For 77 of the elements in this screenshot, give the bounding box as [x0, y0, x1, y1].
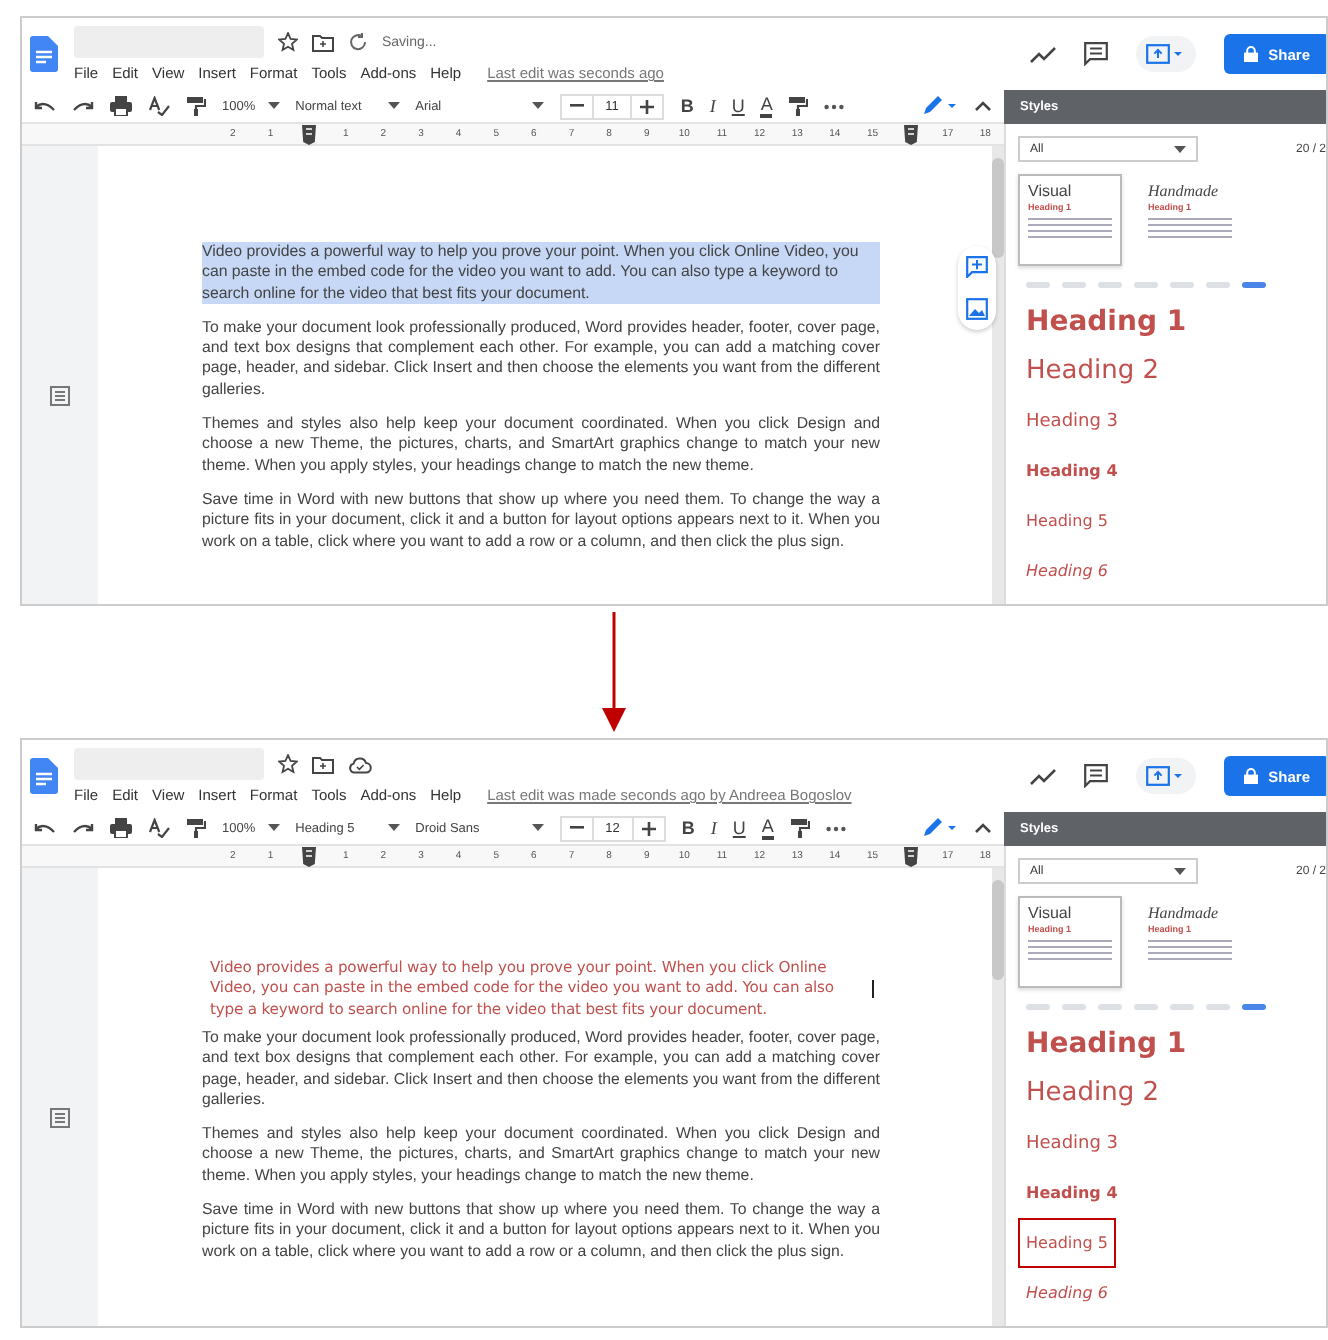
theme-name: Handmade	[1148, 904, 1221, 922]
caret-icon	[1174, 867, 1186, 875]
page-indicator[interactable]	[1242, 282, 1266, 288]
text-color-button[interactable]: A	[760, 94, 773, 118]
cloud-saved-icon	[348, 755, 372, 773]
editing-mode-icon[interactable]	[922, 818, 958, 838]
caret-icon	[531, 102, 544, 110]
caret-icon	[267, 102, 280, 110]
lock-icon	[1244, 46, 1259, 62]
docs-logo-icon[interactable]	[30, 758, 58, 794]
present-icon[interactable]	[1146, 766, 1187, 786]
undo-icon[interactable]	[34, 821, 56, 835]
collapse-icon[interactable]	[974, 100, 992, 112]
spellcheck-icon[interactable]	[148, 96, 170, 116]
italic-button[interactable]: I	[709, 96, 716, 116]
print-icon[interactable]	[110, 818, 132, 838]
caret-icon	[387, 102, 400, 110]
text-color-button[interactable]: A	[761, 816, 774, 840]
heading-style-item[interactable]: Heading 6	[1018, 546, 1116, 596]
caret-icon	[387, 824, 400, 832]
italic-button[interactable]: I	[710, 818, 717, 838]
lock-icon	[1244, 768, 1259, 784]
image-icon[interactable]	[966, 298, 988, 320]
heading-style-item[interactable]: Heading 3	[1018, 1118, 1127, 1168]
bold-button[interactable]: B	[681, 818, 695, 838]
more-icon[interactable]	[825, 825, 846, 831]
heading-style-item[interactable]: Heading 2	[1018, 346, 1167, 396]
docs-logo-icon[interactable]	[30, 36, 58, 72]
caret-icon	[531, 824, 544, 832]
text-lines-drawing	[1028, 940, 1112, 960]
caret-icon	[267, 824, 280, 832]
collapse-icon[interactable]	[974, 822, 992, 834]
scrollbar[interactable]	[992, 146, 1004, 604]
heading-style-item[interactable]: Heading 2	[1018, 1068, 1167, 1118]
highlight-color-icon[interactable]	[789, 818, 810, 838]
folder-icon[interactable]	[312, 755, 334, 773]
heading-style-item[interactable]: Heading 1	[1018, 1018, 1195, 1068]
down-arrow	[602, 612, 626, 732]
add-comment-icon[interactable]	[966, 256, 988, 278]
redo-icon[interactable]	[72, 99, 94, 113]
heading-style-item[interactable]: Heading 4	[1018, 446, 1126, 496]
activity-trend-icon[interactable]	[1030, 45, 1057, 63]
folder-icon[interactable]	[312, 33, 334, 51]
star-icon[interactable]	[278, 754, 298, 774]
text-lines-drawing	[1148, 218, 1232, 238]
theme-name: Visual	[1028, 182, 1074, 200]
redo-icon[interactable]	[72, 821, 94, 835]
editing-mode-icon[interactable]	[922, 96, 958, 116]
heading-style-item[interactable]: Heading 5	[1018, 496, 1116, 546]
heading-style-item[interactable]: Heading 4	[1018, 1168, 1126, 1218]
underline-button[interactable]: U	[731, 96, 745, 116]
caret-icon	[1174, 145, 1186, 153]
underline-button[interactable]: U	[732, 818, 746, 838]
page-indicator[interactable]	[1242, 1004, 1266, 1010]
text-lines-drawing	[1148, 940, 1232, 960]
activity-trend-icon[interactable]	[1030, 767, 1057, 785]
more-icon[interactable]	[824, 103, 845, 109]
text-lines-drawing	[1028, 218, 1112, 238]
heading-style-item[interactable]: Heading 6	[1018, 1268, 1116, 1318]
star-icon[interactable]	[278, 32, 298, 52]
paint-format-icon[interactable]	[186, 818, 206, 838]
highlight-color-icon[interactable]	[788, 96, 809, 116]
sync-icon	[348, 32, 368, 52]
scrollbar[interactable]	[992, 868, 1004, 1326]
heading-style-item[interactable]: Heading 1	[1018, 296, 1195, 346]
heading-style-item[interactable]: Heading 3	[1018, 396, 1127, 446]
theme-name: Visual	[1028, 904, 1074, 922]
theme-name: Handmade	[1148, 182, 1221, 200]
comment-icon[interactable]	[1084, 764, 1109, 788]
comment-icon[interactable]	[1084, 42, 1109, 66]
present-icon[interactable]	[1146, 44, 1187, 64]
print-icon[interactable]	[110, 96, 132, 116]
bold-button[interactable]: B	[680, 96, 694, 116]
spellcheck-icon[interactable]	[148, 818, 170, 838]
undo-icon[interactable]	[34, 99, 56, 113]
heading-style-item[interactable]: Heading 5	[1018, 1218, 1116, 1268]
paint-format-icon[interactable]	[186, 96, 206, 116]
